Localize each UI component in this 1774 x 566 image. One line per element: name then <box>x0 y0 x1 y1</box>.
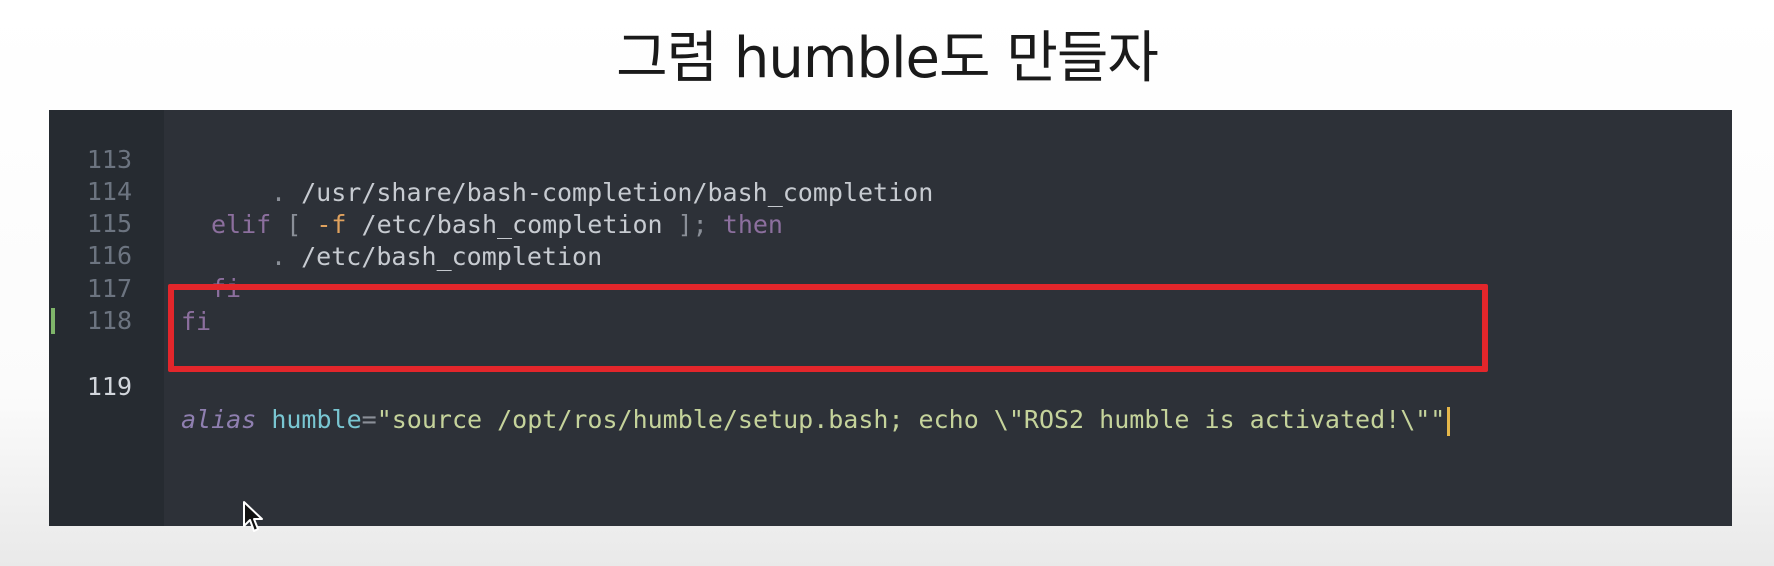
code-line[interactable]: 117 fi <box>49 239 1732 336</box>
code-line[interactable]: 116 fi <box>49 206 1732 303</box>
code-line[interactable]: 115 . /etc/bash_completion <box>49 174 1732 271</box>
modified-line-marker <box>51 308 55 334</box>
code-token: humble <box>271 405 362 434</box>
line-content: alias humble="source /opt/ros/humble/set… <box>181 403 1451 436</box>
text-cursor <box>1447 406 1451 436</box>
code-token: alias <box>181 405 257 434</box>
code-line[interactable]: 114 elif [ -f /etc/bash_completion ]; th… <box>49 142 1732 239</box>
code-token: = <box>361 405 377 434</box>
highlight-annotation-box <box>168 284 1488 372</box>
line-number: 119 <box>86 372 132 401</box>
code-token: "source /opt/ros/humble/setup.bash; echo… <box>376 405 1446 434</box>
code-line[interactable]: 113 . /usr/share/bash-completion/bash_co… <box>49 110 1732 207</box>
video-caption: 그럼 humble도 만들자 <box>616 26 1159 91</box>
mouse-pointer-icon <box>243 501 263 532</box>
